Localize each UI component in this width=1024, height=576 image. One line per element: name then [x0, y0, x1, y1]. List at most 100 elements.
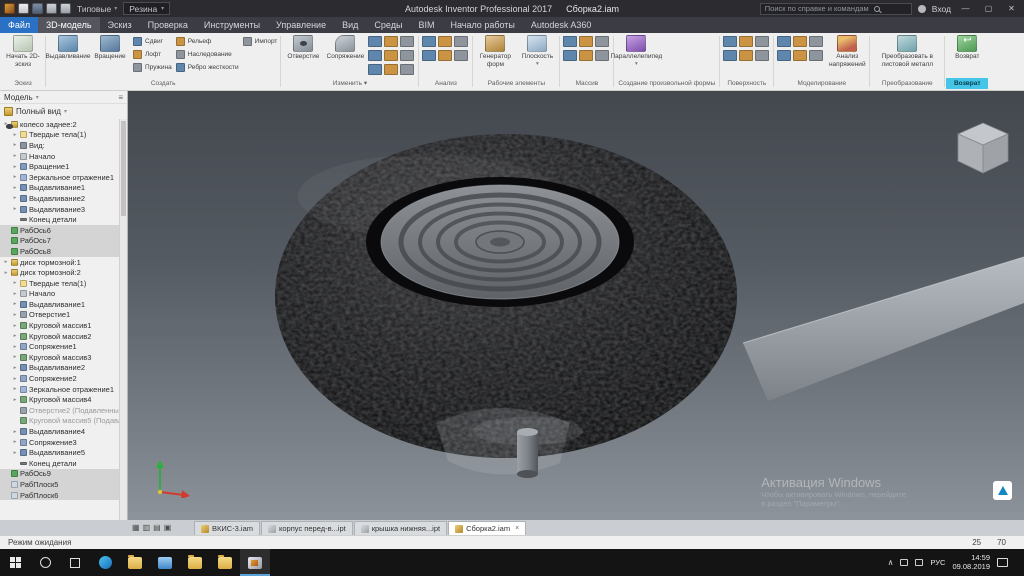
tool-icon[interactable]: [723, 50, 737, 61]
ribbon-button-plane[interactable]: Плоскость▾: [516, 34, 558, 69]
tree-node[interactable]: ▸диск тормозной:1: [0, 257, 119, 268]
tool-icon[interactable]: [595, 50, 609, 61]
tree-node[interactable]: ▸Выдавливание1: [0, 299, 119, 310]
taskbar-app-folder3[interactable]: [210, 549, 240, 576]
tool-icon[interactable]: [438, 36, 452, 47]
tool-icon[interactable]: [422, 36, 436, 47]
a360-logo[interactable]: [993, 481, 1012, 500]
tree-node[interactable]: ▸Круговой массив4: [0, 394, 119, 405]
expand-arrow-icon[interactable]: ▸: [12, 153, 18, 159]
switch-doc-icon[interactable]: ▣: [164, 523, 172, 532]
ribbon-small-button[interactable]: Наследование: [176, 48, 239, 61]
close-tab-icon[interactable]: ×: [515, 525, 519, 532]
ribbon-tab-6[interactable]: Вид: [334, 17, 366, 33]
viewport[interactable]: Активация Windows Чтобы активировать Win…: [128, 91, 1024, 520]
tile-horizontal-icon[interactable]: ▦: [132, 523, 140, 532]
taskbar-app-edge[interactable]: [90, 549, 120, 576]
tree-node[interactable]: ▸Круговой массив3: [0, 352, 119, 363]
tool-icon[interactable]: [777, 50, 791, 61]
tool-icon[interactable]: [384, 50, 398, 61]
tree-node[interactable]: ▸Сопряжение2: [0, 373, 119, 384]
document-tab[interactable]: ВКИС-3.iam: [194, 521, 260, 535]
tree-node[interactable]: Конец детали: [0, 214, 119, 225]
browser-panel-title[interactable]: Модель: [4, 93, 33, 102]
view-cube[interactable]: [956, 121, 1010, 177]
document-tab[interactable]: корпус перед-в...ipt: [261, 521, 353, 535]
new-file-icon[interactable]: [18, 3, 29, 14]
tool-icon[interactable]: [400, 64, 414, 75]
tool-icon[interactable]: [438, 50, 452, 61]
tree-node[interactable]: Конец детали: [0, 458, 119, 469]
document-tab[interactable]: Сборка2.iam×: [448, 521, 526, 535]
expand-arrow-icon[interactable]: ▸: [12, 132, 18, 138]
tool-icon[interactable]: [400, 36, 414, 47]
ribbon-small-button[interactable]: Сдвиг: [133, 35, 172, 48]
tool-icon[interactable]: [739, 50, 753, 61]
network-icon[interactable]: [900, 559, 908, 566]
tool-icon[interactable]: [579, 50, 593, 61]
ribbon-button-fillet[interactable]: Сопряжение: [324, 34, 366, 62]
tool-icon[interactable]: [563, 36, 577, 47]
expand-arrow-icon[interactable]: ▸: [3, 259, 9, 265]
tree-node[interactable]: РабОсь9: [0, 469, 119, 480]
tool-icon[interactable]: [723, 36, 737, 47]
tool-icon[interactable]: [454, 50, 468, 61]
ribbon-tab-2[interactable]: Эскиз: [100, 17, 140, 33]
expand-arrow-icon[interactable]: ▸: [12, 365, 18, 371]
ribbon-tab-4[interactable]: Инструменты: [196, 17, 268, 33]
tree-node[interactable]: ▸Зеркальное отражение1: [0, 172, 119, 183]
expand-arrow-icon[interactable]: ▸: [12, 291, 18, 297]
expand-arrow-icon[interactable]: ▸: [12, 312, 18, 318]
ribbon-tab-10[interactable]: Autodesk A360: [523, 17, 600, 33]
browser-menu-icon[interactable]: ≡: [118, 93, 123, 102]
tree-node[interactable]: ▸Выдавливание2: [0, 363, 119, 374]
inventor-logo-icon[interactable]: [4, 3, 15, 14]
ribbon-button-revolve[interactable]: Вращение: [89, 34, 131, 62]
scrollbar-thumb[interactable]: [121, 121, 126, 216]
ribbon-button-extrude[interactable]: Выдавливание: [47, 34, 89, 62]
expand-arrow-icon[interactable]: ▸: [12, 450, 18, 456]
tool-icon[interactable]: [384, 36, 398, 47]
expand-arrow-icon[interactable]: ▸: [12, 174, 18, 180]
expand-arrow-icon[interactable]: ▸: [12, 301, 18, 307]
ribbon-button-sheetmetal[interactable]: Преобразовать в листовой металл: [871, 34, 943, 69]
ribbon-small-button[interactable]: Лофт: [133, 48, 172, 61]
help-search-input[interactable]: Поиск по справке и командам: [760, 3, 912, 15]
chevron-down-icon[interactable]: ▾: [36, 94, 39, 101]
tree-node[interactable]: ▸Выдавливание5: [0, 447, 119, 458]
tree-node[interactable]: ▸Начало: [0, 289, 119, 300]
tree-node[interactable]: РабПлоск5: [0, 479, 119, 490]
ribbon-small-button[interactable]: Пружина: [133, 61, 172, 74]
tree-node[interactable]: РабОсь8: [0, 246, 119, 257]
ribbon-button-freeform[interactable]: Параллелепипед▾: [615, 34, 657, 69]
tree-node[interactable]: ▸Вид:: [0, 140, 119, 151]
arrange-icon[interactable]: ▤: [153, 523, 161, 532]
tool-icon[interactable]: [777, 36, 791, 47]
tool-icon[interactable]: [563, 50, 577, 61]
ribbon-small-button[interactable]: Ребро жесткости: [176, 61, 239, 74]
tree-node[interactable]: РабПлоск6: [0, 490, 119, 501]
view-representation-row[interactable]: Полный вид ▾: [0, 104, 127, 118]
taskbar-app-explorer[interactable]: [150, 549, 180, 576]
expand-arrow-icon[interactable]: ▸: [12, 142, 18, 148]
tool-icon[interactable]: [384, 64, 398, 75]
material-dropdown[interactable]: Резина▾: [123, 2, 170, 15]
tree-node[interactable]: ▸Твердые тела(1): [0, 278, 119, 289]
ribbon-button-stress[interactable]: Анализ напряжений: [826, 34, 868, 69]
task-view-button[interactable]: [60, 549, 90, 576]
taskbar-app-folder[interactable]: [120, 549, 150, 576]
tool-icon[interactable]: [809, 50, 823, 61]
tree-node[interactable]: РабОсь6: [0, 225, 119, 236]
tool-icon[interactable]: [368, 64, 382, 75]
tree-node[interactable]: Отверстие2 (Подавленный): [0, 405, 119, 416]
3d-scene[interactable]: [128, 91, 1024, 520]
minimize-button[interactable]: [957, 1, 974, 17]
expand-arrow-icon[interactable]: ▸: [12, 344, 18, 350]
ribbon-tab-8[interactable]: BIM: [410, 17, 442, 33]
browser-scrollbar[interactable]: [119, 119, 127, 520]
ribbon-tab-0[interactable]: Файл: [0, 17, 38, 33]
tree-node[interactable]: ▸Выдавливание4: [0, 426, 119, 437]
ribbon-button-shapegen[interactable]: Генератор форм: [474, 34, 516, 69]
tool-icon[interactable]: [793, 50, 807, 61]
tree-node[interactable]: ▸Сопряжение3: [0, 437, 119, 448]
